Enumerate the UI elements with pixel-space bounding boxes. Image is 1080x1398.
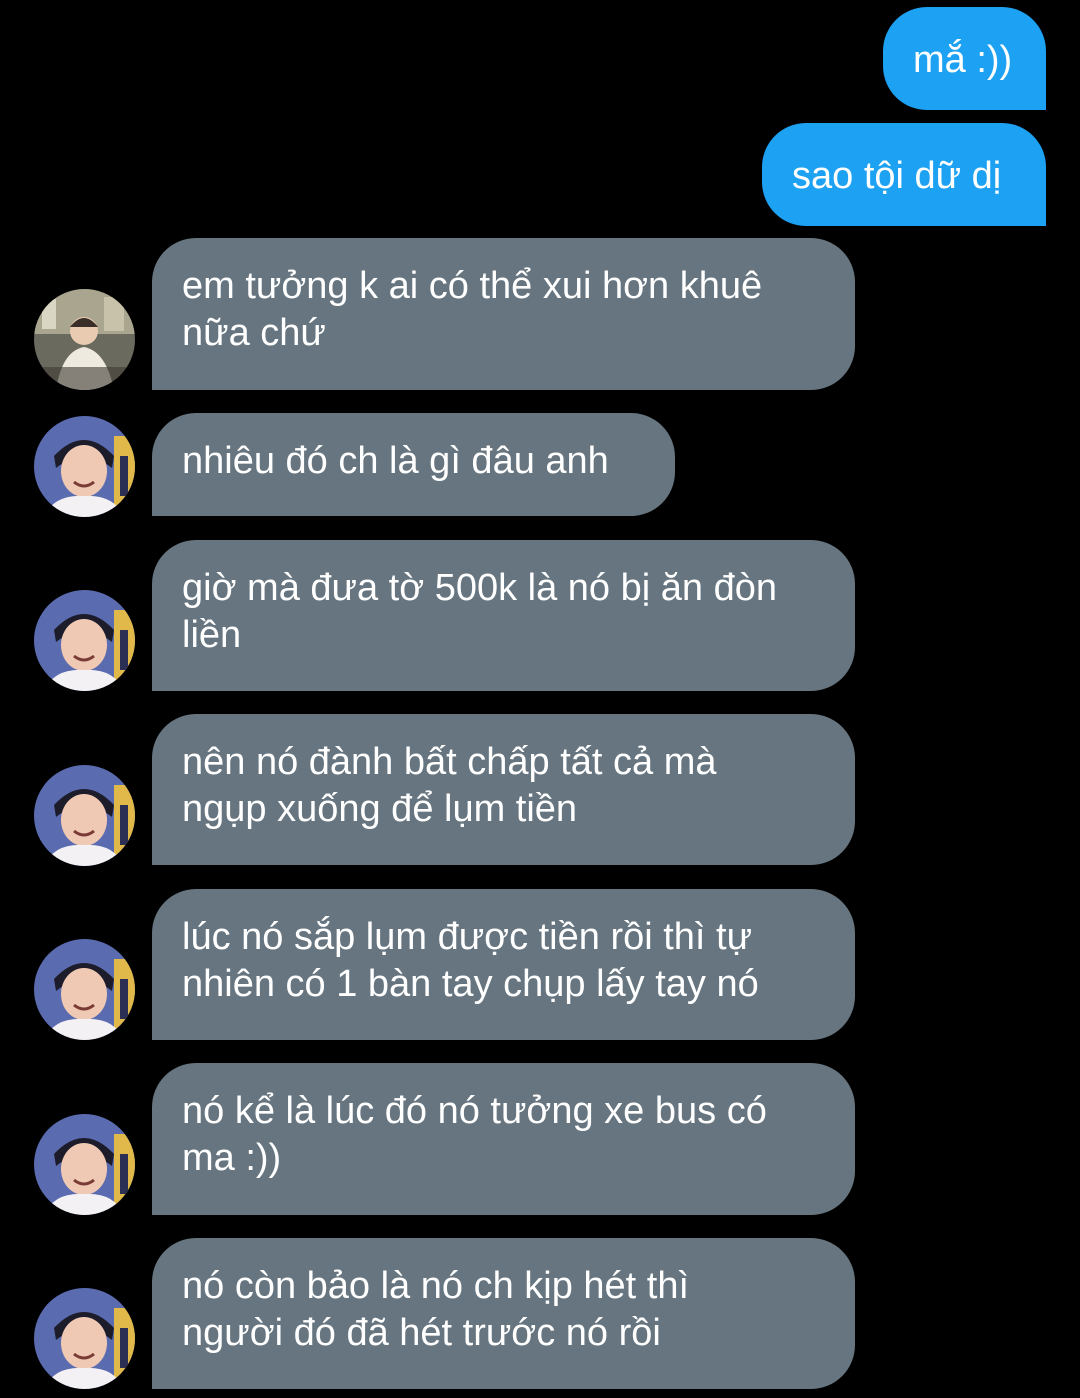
- sent-message-bubble[interactable]: mắ :)): [883, 7, 1046, 110]
- contact-avatar[interactable]: [34, 416, 135, 517]
- received-message-bubble[interactable]: lúc nó sắp lụm được tiền rồi thì tự nhiê…: [152, 889, 855, 1040]
- received-message-bubble[interactable]: giờ mà đưa tờ 500k là nó bị ăn đòn liền: [152, 540, 855, 691]
- received-message-bubble[interactable]: nhiêu đó ch là gì đâu anh: [152, 413, 675, 516]
- received-message-bubble[interactable]: em tưởng k ai có thể xui hơn khuê nữa ch…: [152, 238, 855, 390]
- contact-avatar[interactable]: [34, 1288, 135, 1389]
- contact-avatar[interactable]: [34, 590, 135, 691]
- contact-avatar[interactable]: [34, 939, 135, 1040]
- received-message-bubble[interactable]: nên nó đành bất chấp tất cả mà ngụp xuốn…: [152, 714, 855, 865]
- sent-message-bubble[interactable]: sao tội dữ dị: [762, 123, 1046, 226]
- received-message-bubble[interactable]: nó còn bảo là nó ch kịp hét thì người đó…: [152, 1238, 855, 1389]
- received-message-bubble[interactable]: nó kể là lúc đó nó tưởng xe bus có ma :)…: [152, 1063, 855, 1215]
- contact-avatar[interactable]: [34, 289, 135, 390]
- contact-avatar[interactable]: [34, 1114, 135, 1215]
- contact-avatar[interactable]: [34, 765, 135, 866]
